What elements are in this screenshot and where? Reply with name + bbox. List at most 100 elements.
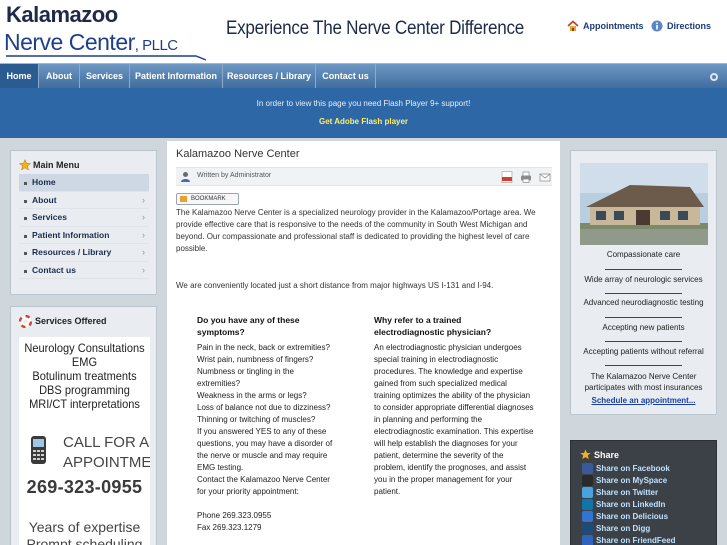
service-item: DBS programming [39,383,130,397]
practice-panel: Compassionate care Wide array of neurolo… [570,150,717,415]
bullet-icon [24,182,27,185]
symptom-line: Contact the Kalamazoo Nerve Center for y… [197,475,330,496]
bookmark-icon [180,196,187,202]
digg-icon [582,523,593,534]
share-facebook[interactable]: Share on Facebook [582,463,670,475]
divider [605,365,682,366]
menu-item-services[interactable]: Services › [19,209,149,227]
appointments-link[interactable]: Appointments [567,20,644,32]
share-label: Share on LinkedIn [596,500,666,509]
logo-text[interactable]: Kalamazoo [6,2,118,28]
menu-item-home[interactable]: Home [19,174,149,192]
delicious-icon [582,511,593,522]
services-box: Neurology Consultations EMG Botulinum tr… [19,337,150,545]
linkedin-icon [582,499,593,510]
site-tagline: Experience The Nerve Center Difference [226,18,525,39]
phone-icon [31,436,46,464]
symptom-line: If you answered YES to any of these ques… [197,427,333,472]
author-text: Written by Administrator [197,172,272,179]
menu-item-about[interactable]: About › [19,192,149,209]
call-appointment-text: CALL FOR AN APPOINTMENT [63,433,150,473]
referral-column: Why refer to a trained electrodiagnostic… [374,314,534,498]
info-icon [651,20,663,32]
bullet-icon [24,234,27,238]
menu-item-resources-library[interactable]: Resources / Library › [19,244,149,262]
symptom-line: Pain in the neck, back or extremities? [197,343,330,352]
flash-banner: In order to view this page you need Flas… [0,88,727,138]
share-panel: Share Share on Facebook Share on MySpace… [570,440,717,545]
chevron-right-icon: › [142,194,145,205]
feature-item: Compassionate care [606,250,681,259]
flash-message: In order to view this page you need Flas… [256,99,471,108]
menu-item-contact-us[interactable]: Contact us › [19,262,149,279]
twitter-icon [582,487,593,498]
service-item: EMG [71,355,98,369]
share-myspace[interactable]: Share on MySpace [582,475,667,487]
share-twitter[interactable]: Share on Twitter [582,487,658,499]
bookmark-label: BOOKMARK [191,196,226,202]
service-item: Neurology Consultations [24,341,145,355]
print-icon[interactable] [520,171,532,183]
main-nav: Home About Services Patient Information … [0,63,727,89]
nav-services[interactable]: Services [80,64,130,89]
call-line-2: APPOINTMENT [63,454,150,471]
schedule-appointment-link[interactable]: Schedule an appointment... [575,396,712,405]
contact-fax: Fax 269.323.1279 [197,523,262,532]
nav-resources-library[interactable]: Resources / Library [223,64,316,89]
location-paragraph: We are conveniently located just a short… [176,281,494,290]
feature-item: Accepting new patients [602,323,685,332]
feature-item: Wide array of neurologic services [584,275,703,284]
directions-link[interactable]: Directions [651,20,711,32]
intro-paragraph: The Kalamazoo Nerve Center is a speciali… [176,208,536,253]
menu-item-label: Resources / Library [32,247,112,257]
get-flash-link[interactable]: Get Adobe Flash player [0,117,727,126]
symptom-line: Thinning or twitching of muscles? [197,415,316,424]
symptoms-column: Do you have any of these symptoms? Pain … [197,314,339,534]
logo-swoosh-icon [6,55,206,61]
star-icon [19,159,31,171]
nav-contact-us[interactable]: Contact us [316,64,376,89]
share-linkedin[interactable]: Share on LinkedIn [582,499,665,511]
nav-about[interactable]: About [39,64,80,89]
pdf-icon[interactable] [501,171,513,183]
main-menu-list: Home About › Services › Patient Informatio… [19,174,149,279]
bullet-icon [24,269,27,273]
menu-item-label: About [32,194,57,205]
menu-item-patient-information[interactable]: Patient Information › [19,227,149,244]
share-label: Share on Facebook [596,464,670,473]
menu-item-label: Contact us [32,264,76,275]
share-digg[interactable]: Share on Digg [582,523,650,535]
share-friendfeed[interactable]: Share on FriendFeed [582,535,676,545]
menu-item-label: Home [32,177,56,187]
logo-subtext[interactable]: Nerve Center, PLLC [4,29,178,56]
share-title: Share [594,450,620,460]
bullet-icon [24,252,27,255]
nav-patient-information[interactable]: Patient Information [130,64,223,89]
services-footer-2: Prompt scheduling [26,536,143,545]
email-icon[interactable] [539,171,551,183]
building-photo [580,163,708,245]
services-footer-1: Years of expertise [28,519,141,535]
page-title: Kalamazoo Nerve Center [176,148,300,160]
call-line-1: CALL FOR AN [63,434,150,451]
feature-item: Accepting patients without referral [583,347,704,356]
user-icon [181,172,190,182]
main-menu-title: Main Menu [33,160,80,170]
bullet-icon [24,199,27,203]
insurance-note: The Kalamazoo Nerve Center participates … [584,372,703,392]
bookmark-button[interactable]: BOOKMARK [176,193,239,205]
symptom-line: Weakness in the arms or legs? [197,391,307,400]
chevron-right-icon: › [142,264,145,275]
facebook-icon [582,463,593,474]
author-bar: Written by Administrator [176,167,552,186]
referral-heading: Why refer to a trained electrodiagnostic… [374,315,492,337]
share-label: Share on MySpace [596,476,668,485]
share-label: Share on FriendFeed [596,536,676,545]
nav-home[interactable]: Home [0,64,39,89]
share-delicious[interactable]: Share on Delicious [582,511,668,523]
main-content: Kalamazoo Nerve Center Written by Admini… [167,141,560,545]
home-icon [567,20,579,31]
gear-icon[interactable] [710,73,718,81]
share-label: Share on Twitter [596,488,659,497]
logo-name: Nerve Center [4,29,135,55]
